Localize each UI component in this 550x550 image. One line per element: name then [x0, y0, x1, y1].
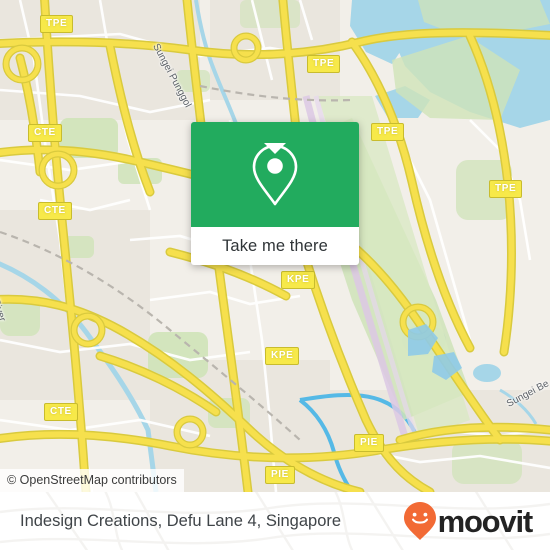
map-canvas[interactable]: TPE TPE TPE TPE CTE CTE CTE KPE KPE PIE …: [0, 0, 550, 492]
road-shield-cte[interactable]: CTE: [44, 403, 78, 421]
place-title: Indesign Creations, Defu Lane 4, Singapo…: [20, 512, 342, 530]
road-shield-kpe[interactable]: KPE: [265, 347, 300, 365]
callout-pointer: [264, 143, 286, 154]
take-me-there-button[interactable]: Take me there: [222, 237, 328, 256]
callout-icon-panel: [191, 122, 359, 227]
road-shield-kpe[interactable]: KPE: [281, 271, 316, 289]
road-shield-cte[interactable]: CTE: [38, 202, 72, 220]
moovit-wordmark: moovit: [437, 503, 534, 539]
road-shield-cte[interactable]: CTE: [28, 124, 62, 142]
moovit-map-card: TPE TPE TPE TPE CTE CTE CTE KPE KPE PIE …: [0, 0, 550, 550]
road-shield-tpe[interactable]: TPE: [489, 180, 523, 198]
map-attribution[interactable]: © OpenStreetMap contributors: [0, 469, 184, 492]
road-shield-tpe[interactable]: TPE: [307, 55, 341, 73]
road-shield-pie[interactable]: PIE: [265, 466, 295, 484]
road-shield-tpe[interactable]: TPE: [40, 15, 74, 33]
callout-action-bar[interactable]: Take me there: [191, 227, 359, 265]
moovit-smiley-pin-icon: [403, 502, 436, 540]
road-shield-pie[interactable]: PIE: [354, 434, 384, 452]
road-shield-tpe[interactable]: TPE: [371, 123, 405, 141]
footer-bar: Indesign Creations, Defu Lane 4, Singapo…: [0, 492, 550, 550]
moovit-logo[interactable]: moovit: [403, 492, 534, 550]
